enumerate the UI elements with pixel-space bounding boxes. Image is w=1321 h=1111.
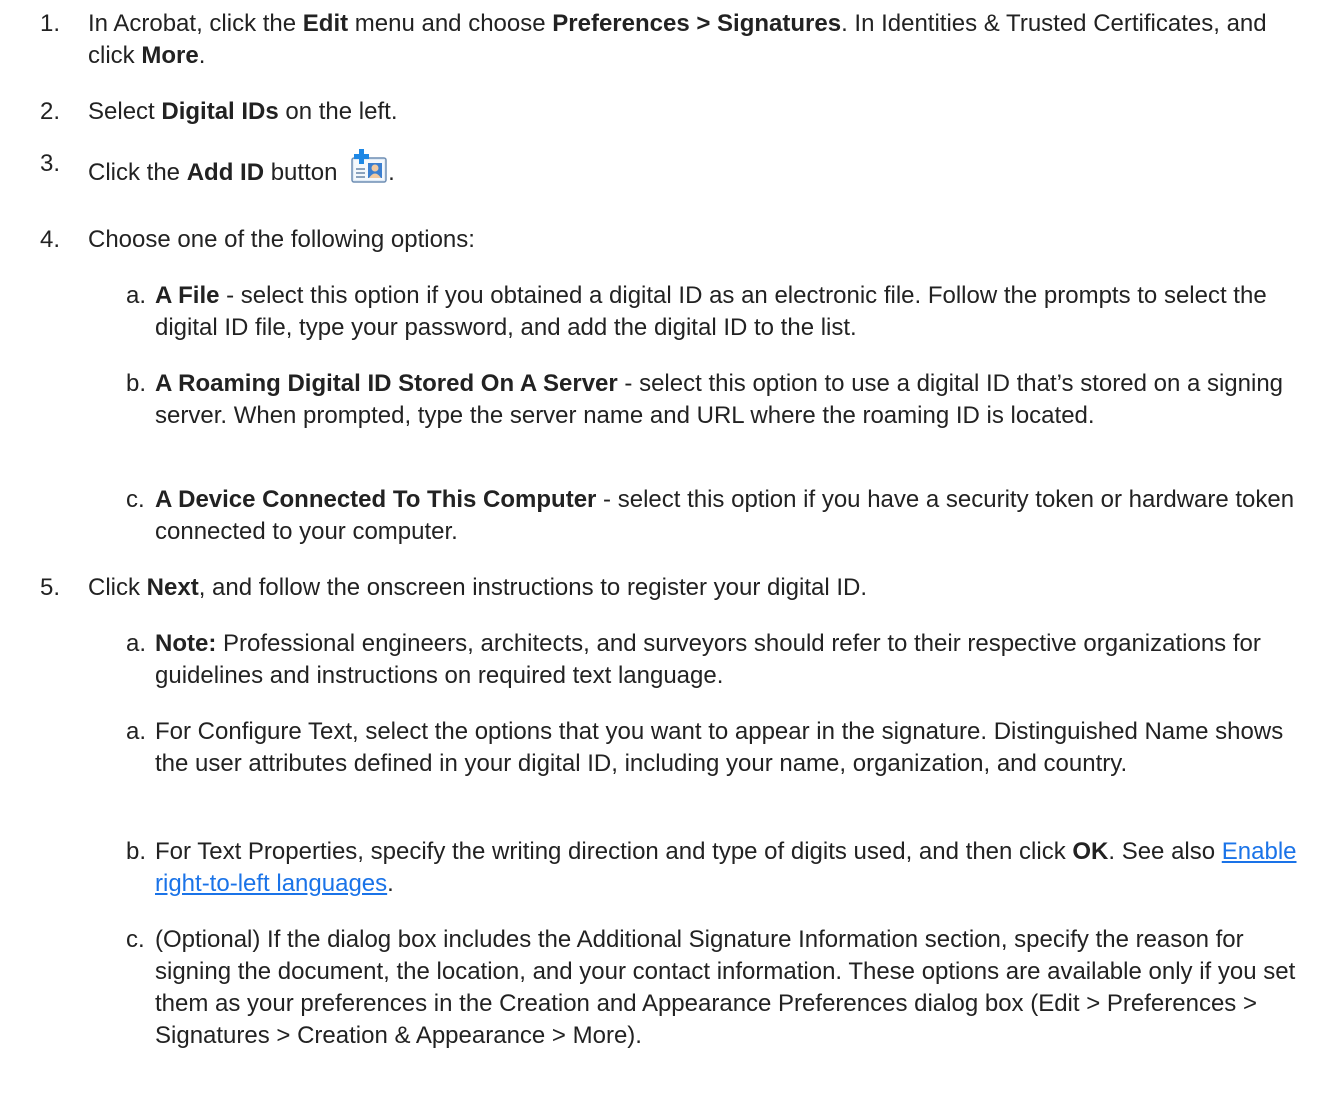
- substep-text: A Roaming Digital ID Stored On A Server …: [155, 370, 1284, 429]
- substep-text: A File - select this option if you obtai…: [155, 282, 1267, 341]
- step-2: 2. Select Digital IDs on the left.: [0, 96, 1310, 128]
- substep: a. A File - select this option if you ob…: [0, 280, 1310, 344]
- substep: a. Note: Professional engineers, archite…: [0, 628, 1310, 692]
- button-name: More: [141, 42, 199, 69]
- substep: b. For Text Properties, specify the writ…: [0, 836, 1310, 900]
- substep-letter: c.: [126, 926, 145, 953]
- panel-name: Digital IDs: [161, 98, 279, 125]
- substep-letter: a.: [126, 718, 147, 745]
- step-5: 5. Click Next, and follow the onscreen i…: [0, 572, 1310, 604]
- step-number: 3.: [39, 150, 60, 177]
- button-name: Add ID: [186, 159, 265, 186]
- option-name: A Roaming Digital ID Stored On A Server: [155, 370, 618, 397]
- substep-text: Note: Professional engineers, architects…: [155, 630, 1261, 689]
- add-id-icon: [351, 149, 387, 183]
- step-number: 2.: [39, 98, 60, 125]
- substep-letter: a.: [126, 282, 147, 309]
- substep: a. For Configure Text, select the option…: [0, 716, 1310, 780]
- substep-letter: c.: [126, 486, 145, 513]
- menu-name: Edit: [302, 10, 349, 37]
- button-name: OK: [1072, 838, 1109, 865]
- step-text: In Acrobat, click the Edit menu and choo…: [88, 10, 1267, 69]
- menu-path: Preferences > Signatures: [552, 10, 842, 37]
- substep-text: For Configure Text, select the options t…: [155, 718, 1284, 777]
- step-text: Select Digital IDs on the left.: [88, 98, 398, 125]
- step-text: Click Next, and follow the onscreen inst…: [88, 574, 868, 601]
- substep: c. (Optional) If the dialog box includes…: [0, 924, 1310, 1052]
- substep-text: (Optional) If the dialog box includes th…: [155, 926, 1296, 1049]
- step-number: 1.: [39, 10, 60, 37]
- substep-letter: b.: [126, 370, 147, 397]
- substep: b. A Roaming Digital ID Stored On A Serv…: [0, 368, 1310, 432]
- step-number: 4.: [39, 226, 60, 253]
- step-4: 4. Choose one of the following options:: [0, 224, 1310, 256]
- substep-letter: b.: [126, 838, 147, 865]
- step-1: 1. In Acrobat, click the Edit menu and c…: [0, 8, 1310, 72]
- substep-text: For Text Properties, specify the writing…: [155, 838, 1297, 897]
- step-text: Click the Add ID button .: [88, 148, 1310, 189]
- substep-text: A Device Connected To This Computer - se…: [155, 486, 1295, 545]
- step-number: 5.: [39, 574, 60, 601]
- step-3: 3. Click the Add ID button .: [0, 148, 1310, 189]
- substep: c. A Device Connected To This Computer -…: [0, 484, 1310, 548]
- option-name: A Device Connected To This Computer: [155, 486, 597, 513]
- button-name: Next: [146, 574, 199, 601]
- substep-letter: a.: [126, 630, 147, 657]
- step-text: Choose one of the following options:: [88, 226, 475, 253]
- instructions-document: 1. In Acrobat, click the Edit menu and c…: [0, 0, 1321, 1111]
